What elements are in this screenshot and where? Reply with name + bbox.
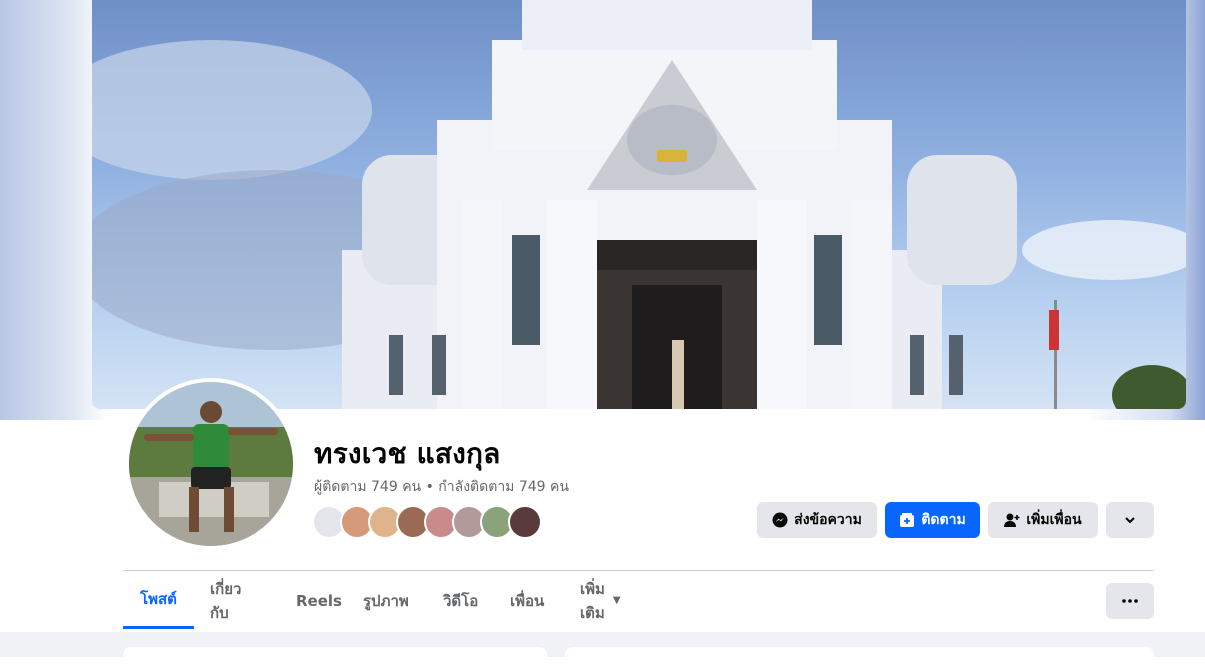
tab-friends[interactable]: เพื่อน <box>494 572 560 629</box>
tab-videos[interactable]: วิดีโอ <box>427 572 494 629</box>
avatar-photo <box>129 382 293 546</box>
tab-label: เพื่อน <box>510 591 545 610</box>
chevron-down-icon <box>1125 517 1135 524</box>
profile-options-dropdown[interactable] <box>1106 502 1154 538</box>
profile-avatar[interactable] <box>125 378 297 550</box>
avatar-person-illustration <box>129 382 293 546</box>
caret-down-icon: ▼ <box>612 595 621 606</box>
header-divider <box>123 570 1154 571</box>
cover-photo[interactable] <box>92 0 1186 409</box>
tab-photos[interactable]: รูปภาพ <box>347 572 425 629</box>
tab-label: วิดีโอ <box>443 591 479 610</box>
tab-more[interactable]: เพิ่มเติม ▼ <box>564 572 637 629</box>
messenger-icon <box>772 512 788 528</box>
tab-about[interactable]: เกี่ยวกับ <box>194 572 257 629</box>
tab-posts[interactable]: โพสต์ <box>123 572 194 629</box>
more-dots-icon <box>1122 599 1138 603</box>
follow-icon <box>900 513 915 527</box>
intro-card <box>123 647 547 667</box>
more-options-button[interactable] <box>1106 583 1154 619</box>
posts-card <box>565 647 1154 667</box>
friend-avatar[interactable] <box>508 505 542 539</box>
add-friend-button[interactable]: เพิ่มเพื่อน <box>988 502 1098 538</box>
followers-count[interactable]: ผู้ติดตาม 749 คน • กำลังติดตาม 749 คน <box>314 476 569 498</box>
tab-label: รูปภาพ <box>363 591 409 610</box>
tab-label: เกี่ยวกับ <box>210 579 242 622</box>
add-friend-button-label: เพิ่มเพื่อน <box>1026 512 1082 528</box>
follow-button[interactable]: ติดตาม <box>885 502 980 538</box>
follow-button-label: ติดตาม <box>921 512 966 528</box>
tab-label: Reels <box>296 591 342 610</box>
tab-label: เพิ่มเติม <box>580 579 605 622</box>
profile-name: ทรงเวช แสงกุล <box>314 437 501 470</box>
message-button[interactable]: ส่งข้อความ <box>757 502 877 538</box>
message-button-label: ส่งข้อความ <box>794 512 862 528</box>
add-friend-icon <box>1004 513 1020 527</box>
cover-temple-illustration <box>92 0 1186 409</box>
tab-label: โพสต์ <box>140 590 177 608</box>
